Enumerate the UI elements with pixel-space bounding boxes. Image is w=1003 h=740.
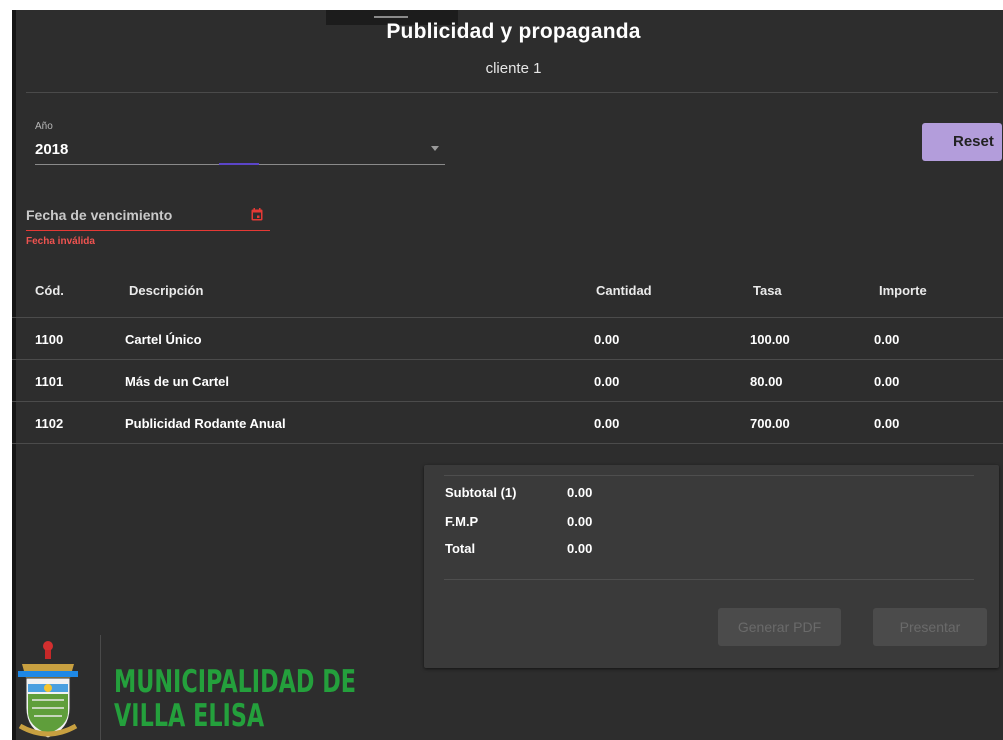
header-row-divider [12, 317, 1003, 318]
col-header-code: Cód. [35, 283, 64, 298]
dropdown-arrow-icon[interactable] [431, 146, 439, 151]
fmp-value: 0.00 [567, 514, 593, 529]
fmp-label: F.M.P [445, 514, 479, 529]
cell-code: 1100 [35, 332, 64, 347]
logo-line-2: VILLA ELISA [114, 698, 265, 734]
header-divider [26, 92, 998, 93]
submit-button[interactable]: Presentar [873, 608, 987, 646]
cell-description: Publicidad Rodante Anual [125, 416, 286, 431]
grip-icon [374, 16, 408, 18]
generate-pdf-button[interactable]: Generar PDF [718, 608, 841, 646]
municipality-logo-text: MUNICIPALIDAD DE VILLA ELISA [114, 665, 356, 733]
due-date-underline [26, 230, 270, 231]
row-divider [12, 359, 1003, 360]
total-value: 0.00 [567, 541, 593, 556]
due-date-label: Fecha de vencimiento [26, 207, 173, 223]
cell-code: 1102 [35, 416, 64, 431]
cell-code: 1101 [35, 374, 64, 389]
cell-amount: 0.00 [874, 416, 900, 431]
subtotal-value: 0.00 [567, 485, 593, 500]
summary-card: Subtotal (1) 0.00 F.M.P 0.00 Total 0.00 … [424, 465, 999, 668]
col-header-amount: Importe [879, 283, 927, 298]
logo-divider [100, 635, 101, 740]
row-divider [12, 401, 1003, 402]
year-focus-indicator [219, 163, 259, 165]
summary-bottom-divider [444, 579, 974, 580]
cell-rate: 700.00 [750, 416, 790, 431]
due-date-error: Fecha inválida [26, 236, 95, 247]
cell-quantity[interactable]: 0.00 [594, 332, 619, 347]
cell-rate: 100.00 [750, 332, 790, 347]
year-label: Año [35, 121, 53, 132]
cell-quantity[interactable]: 0.00 [594, 416, 619, 431]
summary-top-divider [444, 475, 974, 476]
window-left-edge [12, 10, 16, 740]
reset-button[interactable]: Reset [922, 123, 1002, 161]
col-header-rate: Tasa [753, 283, 782, 298]
col-header-quantity: Cantidad [596, 283, 652, 298]
subtotal-label: Subtotal (1) [445, 485, 517, 500]
page-subtitle: cliente 1 [485, 60, 542, 77]
app-window: Publicidad y propaganda cliente 1 Año 20… [12, 10, 1003, 740]
total-label: Total [445, 541, 476, 556]
page-title: Publicidad y propaganda [386, 20, 641, 43]
col-header-description: Descripción [129, 283, 204, 298]
cell-amount: 0.00 [874, 374, 900, 389]
cell-amount: 0.00 [874, 332, 900, 347]
municipal-crest-icon [18, 641, 78, 739]
cell-quantity[interactable]: 0.00 [594, 374, 619, 389]
logo-line-1: MUNICIPALIDAD DE [114, 664, 356, 700]
year-value[interactable]: 2018 [35, 141, 68, 158]
cell-rate: 80.00 [750, 374, 783, 389]
row-divider [12, 443, 1003, 444]
calendar-icon[interactable] [251, 208, 263, 221]
cell-description: Cartel Único [125, 332, 202, 347]
cell-description: Más de un Cartel [125, 374, 230, 389]
